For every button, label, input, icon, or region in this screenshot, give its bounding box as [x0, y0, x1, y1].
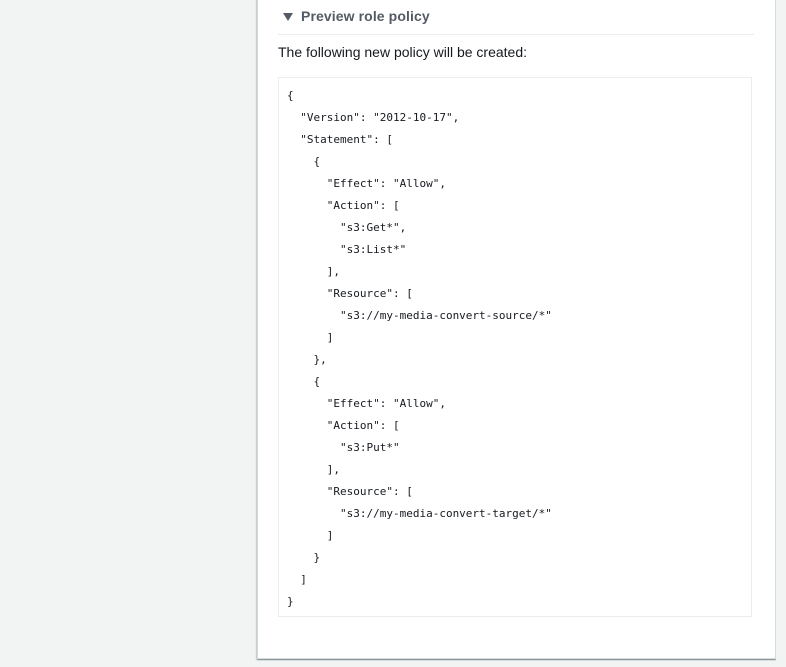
expander-title: Preview role policy: [301, 8, 430, 24]
policy-panel: Preview role policy The following new po…: [257, 0, 776, 659]
caret-down-icon: [283, 12, 293, 21]
left-gutter: [0, 0, 257, 667]
policy-code-block: { "Version": "2012-10-17", "Statement": …: [278, 77, 752, 617]
right-gutter: [776, 0, 786, 667]
policy-json-text: { "Version": "2012-10-17", "Statement": …: [287, 89, 552, 608]
preview-role-policy-expander[interactable]: Preview role policy: [278, 0, 754, 35]
policy-description: The following new policy will be created…: [278, 44, 528, 60]
